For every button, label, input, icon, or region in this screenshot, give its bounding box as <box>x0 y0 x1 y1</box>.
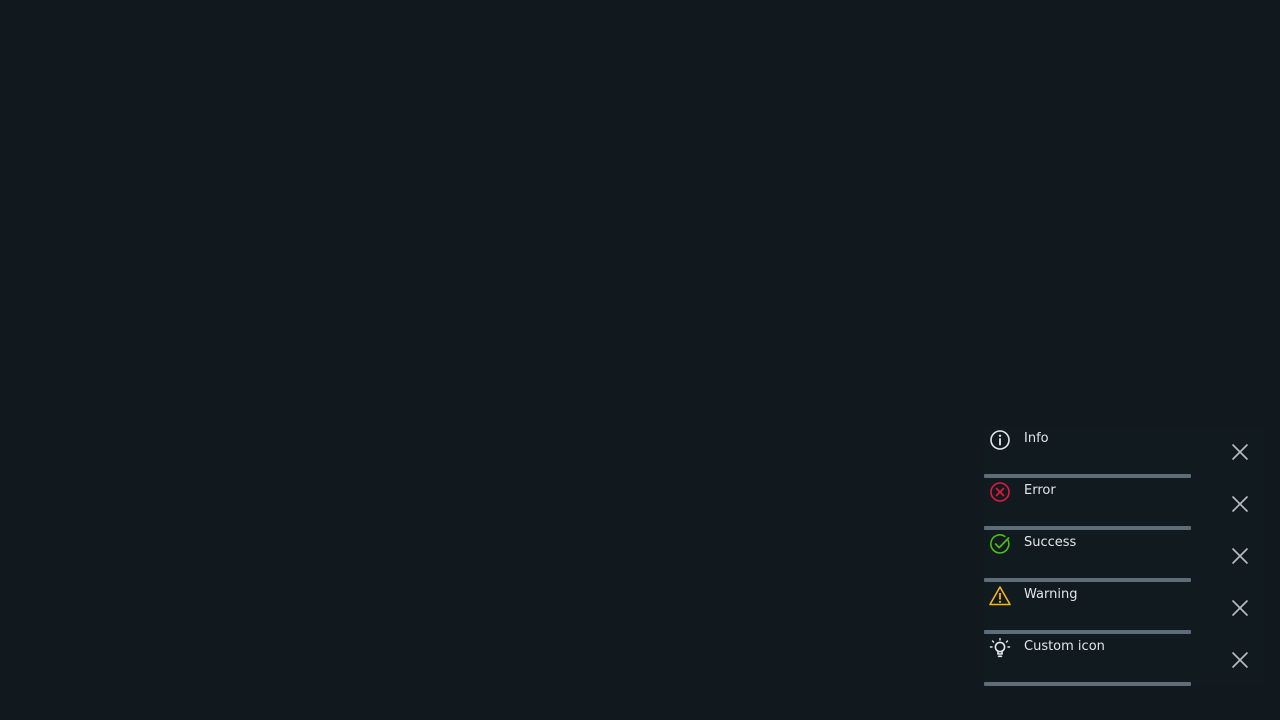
toast-message: Success <box>1024 535 1077 550</box>
close-icon[interactable] <box>1228 492 1252 516</box>
toast-container: Info Error Success Warning Custom icon <box>984 426 1264 686</box>
toast-message: Custom icon <box>1024 639 1105 654</box>
warning-icon <box>988 584 1012 608</box>
lightbulb-icon <box>988 636 1012 660</box>
toast-error: Error <box>984 478 1264 530</box>
toast-message: Error <box>1024 483 1056 498</box>
app-background: Info Error Success Warning Custom icon <box>0 0 1280 720</box>
close-icon[interactable] <box>1228 596 1252 620</box>
toast-success: Success <box>984 530 1264 582</box>
close-icon[interactable] <box>1228 648 1252 672</box>
error-icon <box>988 480 1012 504</box>
toast-warning: Warning <box>984 582 1264 634</box>
toast-custom: Custom icon <box>984 634 1264 686</box>
close-icon[interactable] <box>1228 440 1252 464</box>
toast-info: Info <box>984 426 1264 478</box>
toast-progress-bar <box>984 682 1191 686</box>
info-icon <box>988 428 1012 452</box>
toast-message: Info <box>1024 431 1049 446</box>
close-icon[interactable] <box>1228 544 1252 568</box>
success-icon <box>988 532 1012 556</box>
toast-message: Warning <box>1024 587 1078 602</box>
